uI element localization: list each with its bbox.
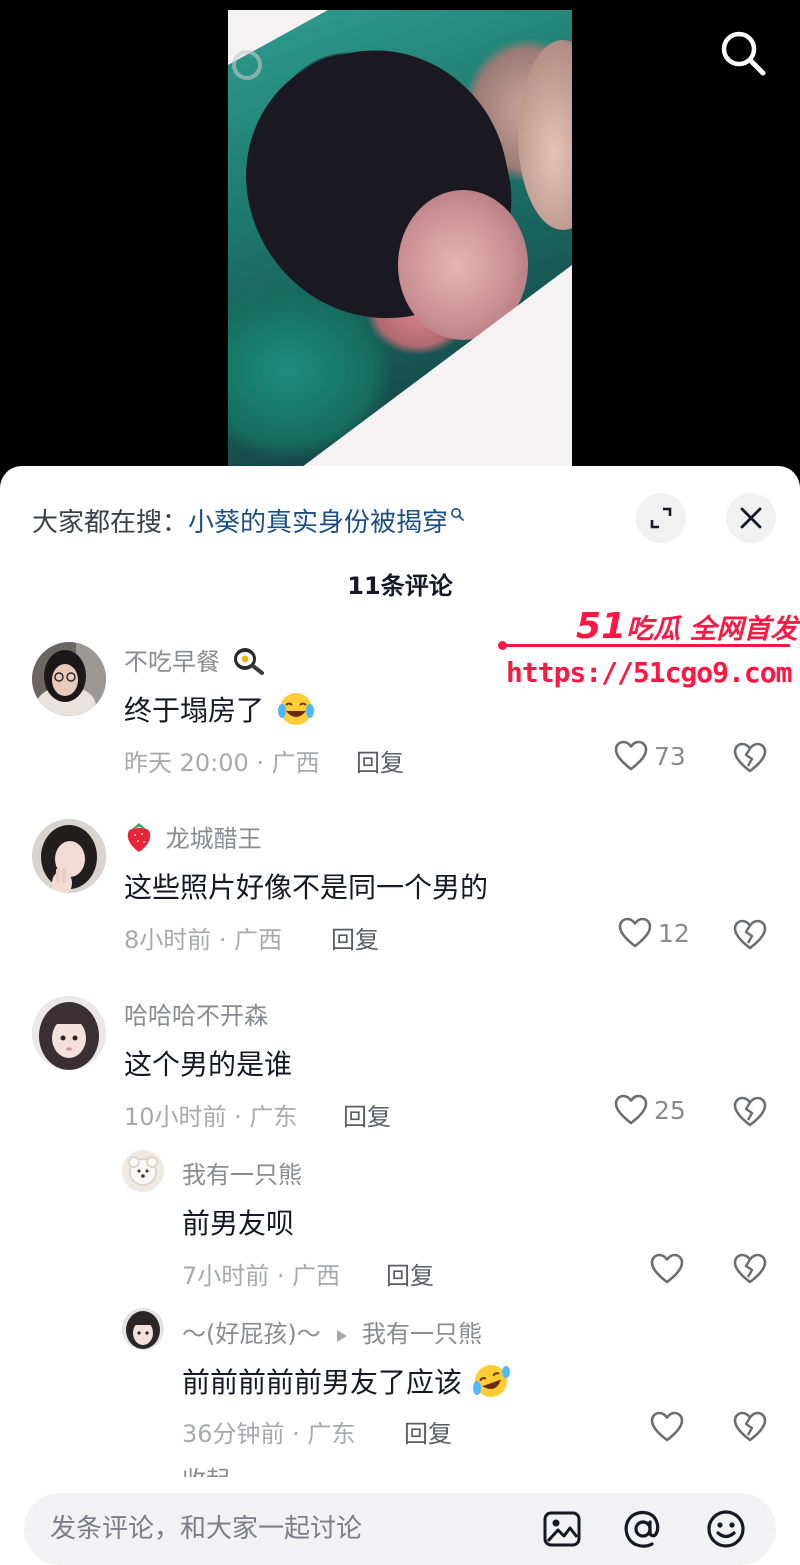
heart-icon	[650, 1253, 684, 1284]
comment-username[interactable]: 龙城醋王	[166, 825, 262, 853]
search-icon[interactable]	[718, 28, 768, 78]
avatar[interactable]	[122, 1150, 164, 1192]
heart-icon	[650, 1411, 684, 1442]
like-count: 73	[654, 741, 686, 771]
loading-indicator	[232, 50, 262, 80]
like-count: 25	[654, 1095, 686, 1125]
broken-heart-icon	[733, 742, 767, 773]
frying-pan-egg-icon	[232, 645, 264, 681]
reply-username[interactable]: ～(好屁孩)～	[182, 1320, 321, 1348]
heart-icon	[614, 740, 648, 771]
broken-heart-icon	[733, 1096, 767, 1127]
mention-icon[interactable]	[621, 1507, 665, 1551]
watermark-tagline: 吃瓜 全网首发	[626, 614, 798, 645]
hot-search-prefix: 大家都在搜：	[32, 507, 189, 538]
reply-text: 前男友呗	[182, 1207, 295, 1240]
rolling-laughing-face-icon	[471, 1362, 511, 1407]
strawberry-icon	[124, 821, 154, 859]
like-button[interactable]	[650, 1253, 690, 1285]
reply-to-username[interactable]: 我有一只熊	[362, 1320, 482, 1348]
video-player[interactable]	[0, 0, 800, 470]
avatar[interactable]	[122, 1308, 164, 1350]
dislike-button[interactable]	[733, 1096, 767, 1132]
comment-meta: 10小时前 · 广东	[124, 1103, 298, 1131]
comment-text: 这个男的是谁	[124, 1048, 293, 1081]
like-count: 12	[658, 918, 690, 948]
emoji-icon[interactable]	[704, 1507, 748, 1551]
comment-username[interactable]: 哈哈哈不开森	[124, 996, 268, 1031]
reply-username[interactable]: 我有一只熊	[182, 1155, 302, 1190]
reply-meta: 36分钟前 · 广东	[182, 1420, 356, 1448]
image-icon[interactable]	[540, 1507, 584, 1551]
reply-button[interactable]: 回复	[404, 1414, 452, 1449]
comment-count: 11条评论	[347, 572, 453, 600]
dislike-button[interactable]	[733, 1253, 767, 1289]
reply-button[interactable]: 回复	[356, 743, 404, 778]
laughing-crying-face-icon	[277, 691, 315, 734]
dislike-button[interactable]	[733, 742, 767, 778]
expand-button[interactable]	[636, 493, 686, 543]
comment-text: 这些照片好像不是同一个男的	[124, 871, 489, 904]
reply-button[interactable]: 回复	[343, 1097, 391, 1132]
video-frame[interactable]	[228, 10, 572, 470]
expand-icon	[650, 507, 672, 529]
comment-meta: 昨天 20:00 · 广西	[124, 749, 320, 777]
like-button[interactable]: 73	[614, 740, 686, 772]
comment-input[interactable]: 发条评论，和大家一起讨论	[24, 1493, 776, 1565]
broken-heart-icon	[733, 1411, 767, 1442]
heart-icon	[614, 1094, 648, 1125]
close-button[interactable]	[726, 493, 776, 543]
like-button[interactable]: 25	[614, 1094, 686, 1126]
small-search-icon	[450, 498, 464, 528]
broken-heart-icon	[733, 919, 767, 950]
dislike-button[interactable]	[733, 1411, 767, 1447]
avatar[interactable]	[32, 996, 106, 1070]
collapse-replies-button[interactable]: 收起	[182, 1463, 230, 1477]
comment-input-bar: 发条评论，和大家一起讨论	[0, 1478, 800, 1565]
comment-meta: 8小时前 · 广西	[124, 926, 283, 954]
comment-sheet: 大家都在搜： 小葵的真实身份被揭穿 11条评论 51吃瓜 全网首发 https:…	[0, 466, 800, 1565]
like-button[interactable]: 12	[618, 917, 690, 949]
dislike-button[interactable]	[733, 919, 767, 955]
broken-heart-icon	[733, 1253, 767, 1284]
avatar[interactable]	[32, 642, 106, 716]
hot-search-bar[interactable]: 大家都在搜： 小葵的真实身份被揭穿	[32, 496, 464, 544]
comment-text: 终于塌房了	[124, 694, 265, 727]
watermark: 51吃瓜 全网首发 https://51cgo9.com	[498, 606, 798, 698]
reply-button[interactable]: 回复	[386, 1256, 434, 1291]
watermark-url: https://51cgo9.com	[506, 656, 792, 689]
hot-search-keyword[interactable]: 小葵的真实身份被揭穿	[188, 502, 448, 539]
avatar[interactable]	[32, 819, 106, 893]
watermark-number: 51	[576, 606, 627, 647]
comment-input-placeholder: 发条评论，和大家一起讨论	[50, 1514, 363, 1544]
reply-meta: 7小时前 · 广西	[182, 1262, 341, 1290]
heart-icon	[618, 917, 652, 948]
reply-text: 前前前前前男友了应该	[182, 1366, 463, 1399]
reply-button[interactable]: 回复	[331, 920, 379, 955]
reply-arrow-icon	[336, 1321, 348, 1349]
like-button[interactable]	[650, 1411, 690, 1443]
close-icon	[740, 507, 762, 529]
comment-username[interactable]: 不吃早餐	[124, 648, 220, 676]
